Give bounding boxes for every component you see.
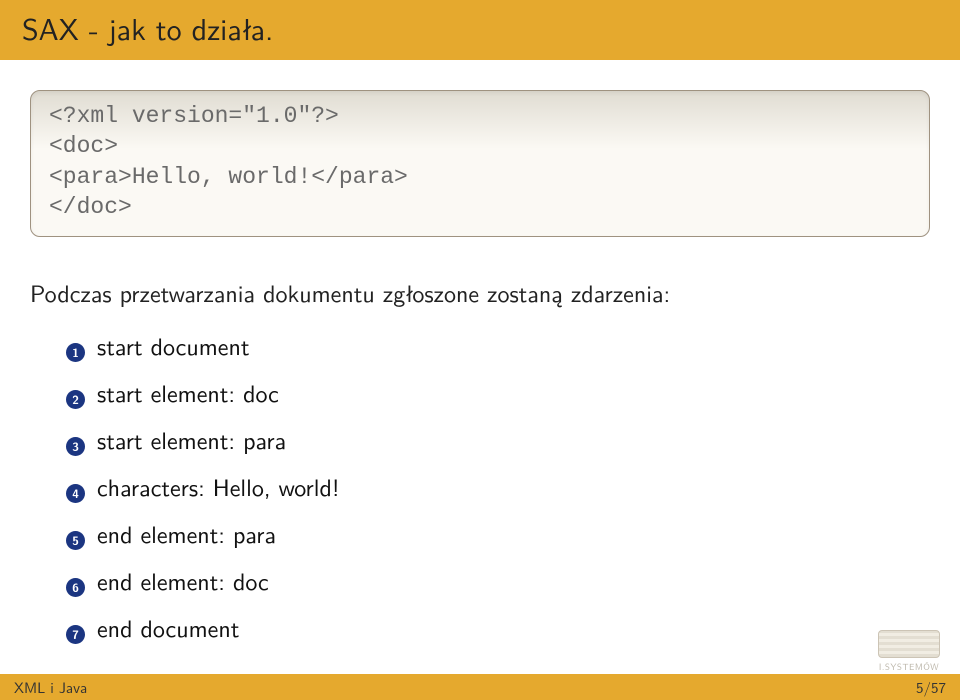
xml-code-block: <?xml version="1.0"?> <doc> <para>Hello,… (30, 90, 930, 237)
list-number-icon: 2 (66, 390, 85, 409)
list-item: 4 characters: Hello, world! (66, 469, 930, 504)
list-item: 7 end document (66, 610, 930, 645)
code-line: </doc> (49, 192, 911, 222)
logo-icon (878, 630, 940, 658)
event-list: 1 start document 2 start element: doc 3 … (30, 328, 930, 645)
list-item: 5 end element: para (66, 516, 930, 551)
list-number-icon: 7 (66, 625, 85, 644)
slide-content: <?xml version="1.0"?> <doc> <para>Hello,… (0, 60, 960, 645)
institution-logo: I.SYSTEMÓW (878, 630, 940, 670)
list-item-text: characters: Hello, world! (97, 469, 340, 504)
list-number-icon: 4 (66, 484, 85, 503)
code-line: <para>Hello, world!</para> (49, 162, 911, 192)
list-item: 2 start element: doc (66, 375, 930, 410)
code-line: <doc> (49, 131, 911, 161)
title-text: SAX - jak to działa. (22, 6, 273, 50)
list-item-text: start document (97, 328, 250, 363)
list-number-icon: 6 (66, 578, 85, 597)
slide-title: SAX - jak to działa. (0, 0, 960, 60)
logo-label: I.SYSTEMÓW (878, 660, 940, 673)
slide-footer: XML i Java 5/57 (0, 674, 960, 700)
list-item-text: start element: doc (97, 375, 279, 410)
code-line: <?xml version="1.0"?> (49, 101, 911, 131)
list-number-icon: 1 (66, 343, 85, 362)
list-item-text: end document (97, 610, 239, 645)
list-number-icon: 3 (66, 437, 85, 456)
list-item-text: end element: doc (97, 563, 269, 598)
list-item-text: start element: para (97, 422, 286, 457)
list-item: 6 end element: doc (66, 563, 930, 598)
page-number: 5/57 (916, 676, 946, 698)
intro-text: Podczas przetwarzania dokumentu zgłoszon… (30, 275, 930, 310)
list-item: 3 start element: para (66, 422, 930, 457)
footer-left-text: XML i Java (14, 676, 87, 698)
list-number-icon: 5 (66, 531, 85, 550)
list-item: 1 start document (66, 328, 930, 363)
list-item-text: end element: para (97, 516, 276, 551)
